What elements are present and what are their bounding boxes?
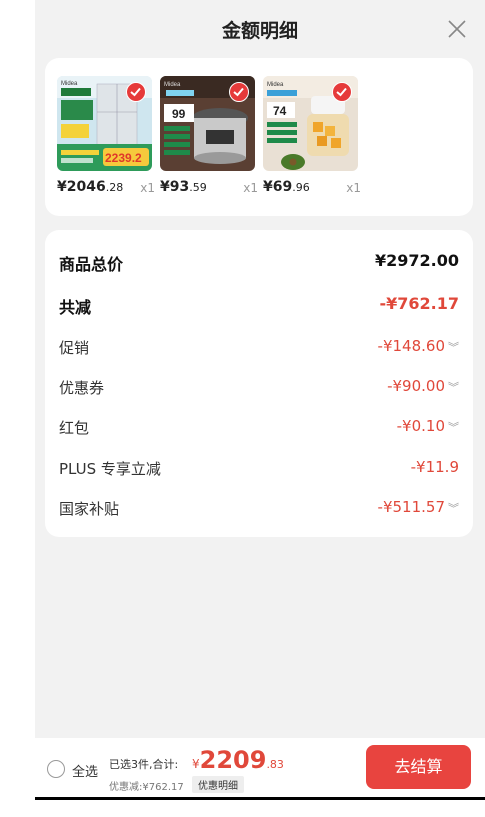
row-label: 共减 — [59, 298, 92, 317]
row-label: 促销 — [59, 339, 90, 357]
product-price: ¥69.96 x1 — [263, 179, 361, 199]
product-image[interactable]: Midea 99 — [160, 76, 255, 171]
chevron-down-icon[interactable]: ︾ — [448, 421, 459, 434]
products-card: Midea 2239.2 ¥2046.28 x1 Midea 99 ¥93.59… — [45, 58, 473, 216]
row-value: -¥148.60 ︾ — [377, 337, 459, 355]
selected-check-icon[interactable] — [229, 82, 249, 102]
product-quantity: x1 — [243, 181, 258, 195]
row-label: 优惠券 — [59, 379, 105, 397]
select-all-radio[interactable] — [47, 760, 65, 778]
product-price: ¥2046.28 x1 — [57, 179, 155, 199]
close-icon[interactable] — [445, 17, 469, 41]
promo-price-text: 74 — [273, 104, 287, 118]
row-value: ¥2972.00 — [374, 251, 459, 270]
chevron-down-icon[interactable]: ︾ — [448, 502, 459, 515]
product-item[interactable]: Midea 2239.2 ¥2046.28 x1 — [57, 76, 155, 199]
product-quantity: x1 — [346, 181, 361, 195]
row-label: 商品总价 — [59, 255, 124, 274]
product-item[interactable]: Midea 99 ¥93.59 x1 — [160, 76, 258, 199]
brand-logo-text: Midea — [164, 82, 181, 88]
product-price: ¥93.59 x1 — [160, 179, 258, 199]
selected-check-icon[interactable] — [126, 82, 146, 102]
summary-row-total: 商品总价 ¥2972.00 — [59, 251, 459, 275]
summary-row-national-subsidy[interactable]: 国家补贴 -¥511.57 ︾ — [59, 498, 459, 522]
background-bottom — [0, 800, 485, 817]
row-value: -¥90.00 ︾ — [387, 377, 459, 395]
page-title: 金额明细 — [221, 20, 298, 42]
amount-detail-sheet: 金额明细 Midea 2239.2 ¥2046.28 x1 Midea 99 ¥… — [35, 0, 485, 800]
discount-detail-button[interactable]: 优惠明细 — [192, 776, 244, 793]
row-value: -¥511.57 ︾ — [377, 498, 459, 516]
summary-row-red-packet[interactable]: 红包 -¥0.10 ︾ — [59, 417, 459, 441]
total-integer: 2209 — [199, 746, 267, 774]
price-decimal: .28 — [105, 181, 124, 194]
brand-logo-text: Midea — [267, 82, 284, 88]
price-decimal: .59 — [189, 181, 207, 194]
checkout-button[interactable]: 去结算 — [366, 745, 471, 789]
price-summary-card: 商品总价 ¥2972.00 共减 -¥762.17 促销 -¥148.60 ︾ 优… — [45, 230, 473, 537]
row-value: -¥762.17 — [379, 294, 459, 313]
product-item[interactable]: Midea 74 ¥69.96 x1 — [263, 76, 361, 199]
product-image[interactable]: Midea 74 — [263, 76, 358, 171]
discount-summary-text: 优惠减:¥762.17 — [109, 782, 184, 793]
price-decimal: .96 — [292, 181, 310, 194]
selected-check-icon[interactable] — [332, 82, 352, 102]
background-left — [0, 0, 35, 800]
currency-symbol: ¥ — [192, 757, 200, 771]
chevron-down-icon[interactable]: ︾ — [448, 381, 459, 394]
brand-logo-text: Midea — [61, 81, 78, 87]
price-integer: ¥2046 — [57, 179, 106, 195]
total-decimal: .83 — [266, 758, 284, 771]
summary-row-promotion[interactable]: 促销 -¥148.60 ︾ — [59, 337, 459, 361]
chevron-down-icon[interactable]: ︾ — [448, 341, 459, 354]
summary-row-plus-discount: PLUS 专享立减 -¥11.9 — [59, 458, 459, 482]
promo-price-text: 2239.2 — [105, 151, 142, 165]
price-integer: ¥69 — [263, 179, 293, 195]
sheet-header: 金额明细 — [35, 0, 485, 58]
summary-row-total-discount: 共减 -¥762.17 — [59, 294, 459, 318]
row-label: PLUS 专享立减 — [59, 460, 161, 478]
total-price: ¥2209.83 — [192, 746, 284, 774]
row-label: 国家补贴 — [59, 500, 120, 518]
product-quantity: x1 — [140, 181, 155, 195]
promo-price-text: 99 — [172, 107, 186, 121]
checkout-bar: 全选 已选3件,合计: ¥2209.83 优惠减:¥762.17 优惠明细 去结… — [35, 738, 485, 797]
selected-count-text: 已选3件,合计: — [109, 758, 179, 771]
price-integer: ¥93 — [160, 179, 190, 195]
row-value: -¥11.9 — [410, 458, 459, 476]
product-image[interactable]: Midea 2239.2 — [57, 76, 152, 171]
row-label: 红包 — [59, 419, 90, 437]
row-value: -¥0.10 ︾ — [396, 417, 459, 435]
select-all-label[interactable]: 全选 — [72, 761, 98, 780]
summary-row-coupon[interactable]: 优惠券 -¥90.00 ︾ — [59, 377, 459, 401]
